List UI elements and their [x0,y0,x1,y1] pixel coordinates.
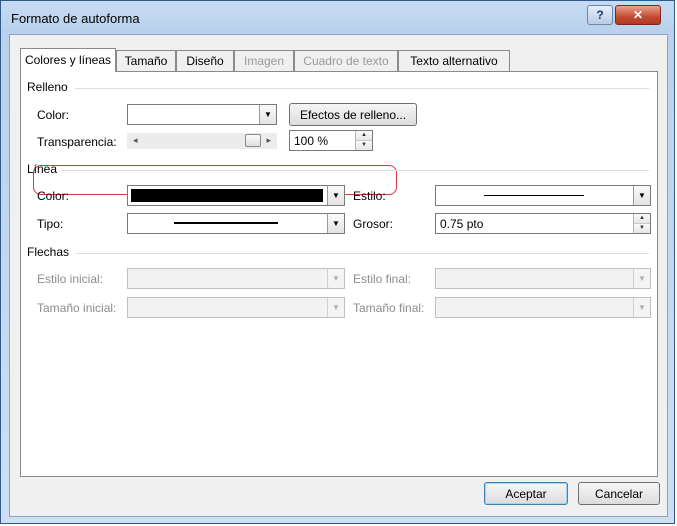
transparency-label: Transparencia: [37,135,117,149]
arrow-up-icon[interactable]: ▲ [634,214,650,223]
grosor-value[interactable]: 0.75 pto [440,217,483,231]
tamano-final-label: Tamaño final: [353,301,425,315]
spin-arrows[interactable]: ▲ ▼ [633,214,650,233]
arrow-up-icon[interactable]: ▲ [356,131,372,140]
section-linea-title: Línea [27,162,58,176]
tab-panel-colores-lineas: Relleno Color: ▼ Efectos de relleno... T… [20,71,658,477]
tamano-inicial-combo: ▼ [127,297,345,318]
line-color-swatch [131,189,323,202]
fill-color-label: Color: [37,108,70,122]
tab-colores-lineas[interactable]: Colores y líneas [20,48,116,72]
window-title: Formato de autoforma [11,11,140,26]
tab-imagen: Imagen [234,50,294,71]
section-relleno-title: Relleno [27,80,68,94]
estilo-final-combo: ▼ [435,268,651,289]
section-separator [75,88,649,89]
close-button[interactable]: ✕ [615,5,661,25]
help-button[interactable]: ? [587,5,613,25]
section-separator [61,170,649,171]
fill-effects-button[interactable]: Efectos de relleno... [289,103,417,126]
chevron-down-icon[interactable]: ▼ [327,186,344,205]
dialog-window: Formato de autoforma ? ✕ Colores y línea… [0,0,675,524]
transparency-spinner[interactable]: 100 % ▲ ▼ [289,130,373,151]
chevron-down-icon[interactable]: ▼ [633,186,650,205]
estilo-inicial-label: Estilo inicial: [37,272,104,286]
line-style-sample [484,195,584,196]
arrow-right-icon[interactable]: ▸ [266,135,271,146]
estilo-combo[interactable]: ▼ [435,185,651,206]
section-separator [75,253,649,254]
tamano-inicial-label: Tamaño inicial: [37,301,117,315]
estilo-inicial-combo: ▼ [127,268,345,289]
grosor-label: Grosor: [353,217,394,231]
tab-texto-alternativo[interactable]: Texto alternativo [398,50,510,71]
tipo-label: Tipo: [37,217,64,231]
tab-diseno[interactable]: Diseño [176,50,234,71]
estilo-final-label: Estilo final: [353,272,412,286]
arrow-down-icon[interactable]: ▼ [634,223,650,233]
accept-button[interactable]: Aceptar [484,482,568,505]
grosor-spinner[interactable]: 0.75 pto ▲ ▼ [435,213,651,234]
slider-thumb[interactable] [245,134,261,147]
dash-type-sample [174,222,278,224]
chevron-down-icon[interactable]: ▼ [327,214,344,233]
chevron-down-icon: ▼ [327,269,344,288]
estilo-label: Estilo: [353,189,386,203]
tab-tamano[interactable]: Tamaño [116,50,176,71]
chevron-down-icon: ▼ [327,298,344,317]
tab-cuadro-texto: Cuadro de texto [294,50,398,71]
tipo-combo[interactable]: ▼ [127,213,345,234]
line-color-combo[interactable]: ▼ [127,185,345,206]
chevron-down-icon: ▼ [633,298,650,317]
transparency-slider[interactable]: ◂ ▸ [127,133,277,149]
chevron-down-icon[interactable]: ▼ [259,105,276,124]
chevron-down-icon: ▼ [633,269,650,288]
arrow-down-icon[interactable]: ▼ [356,140,372,150]
spin-arrows[interactable]: ▲ ▼ [355,131,372,150]
transparency-value[interactable]: 100 % [294,134,328,148]
fill-color-combo[interactable]: ▼ [127,104,277,125]
dialog-client: Colores y líneas Tamaño Diseño Imagen Cu… [9,34,668,517]
cancel-button[interactable]: Cancelar [578,482,660,505]
section-flechas-title: Flechas [27,245,70,259]
arrow-left-icon[interactable]: ◂ [133,135,138,146]
tamano-final-combo: ▼ [435,297,651,318]
line-color-label: Color: [37,189,70,203]
